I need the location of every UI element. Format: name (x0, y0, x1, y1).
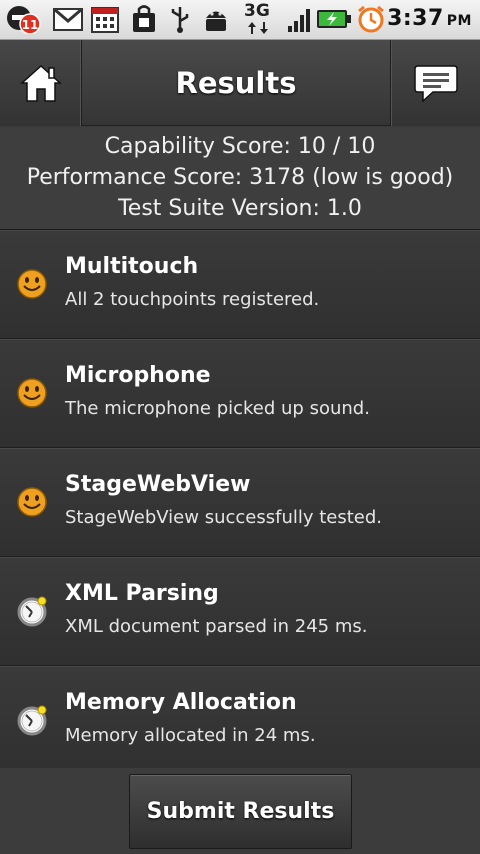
result-title: XML Parsing (65, 581, 219, 606)
alarm-clock-icon (358, 5, 384, 33)
battery-charging-icon (317, 10, 351, 28)
network-type-label: 3G (244, 1, 270, 21)
result-title: Multitouch (65, 254, 199, 279)
performance-score: Performance Score: 3178 (low is good) (26, 165, 454, 190)
result-description: Memory allocated in 24 ms. (65, 725, 316, 746)
speech-bubble-icon (413, 65, 458, 103)
smiley-icon (17, 487, 47, 517)
footer: Submit Results (0, 768, 480, 854)
result-title: StageWebView (65, 472, 251, 497)
notification-badge-icon: 11 (7, 6, 41, 34)
list-item-multitouch[interactable]: Multitouch All 2 touchpoints registered. (0, 230, 480, 339)
market-bag-icon (133, 5, 155, 32)
result-description: All 2 touchpoints registered. (65, 289, 320, 310)
smiley-icon (17, 378, 47, 408)
test-suite-version: Test Suite Version: 1.0 (118, 196, 362, 221)
android-debug-icon (206, 11, 226, 31)
clock-ampm: PM (446, 13, 472, 29)
calendar-icon (91, 7, 119, 33)
result-description: The microphone picked up sound. (65, 398, 370, 419)
result-description: StageWebView successfully tested. (65, 507, 383, 528)
list-item-microphone[interactable]: Microphone The microphone picked up soun… (0, 339, 480, 448)
clock: 3:37 PM (387, 6, 472, 31)
list-item-xml-parsing[interactable]: XML Parsing XML document parsed in 245 m… (0, 557, 480, 666)
result-title: Memory Allocation (65, 690, 297, 715)
result-title: Microphone (65, 363, 211, 388)
capability-score: Capability Score: 10 / 10 (104, 134, 376, 159)
home-icon (19, 64, 62, 102)
signal-strength-icon (288, 9, 310, 32)
gmail-icon (53, 7, 83, 31)
data-arrows-icon (248, 22, 268, 34)
list-item-stagewebview[interactable]: StageWebView StageWebView successfully t… (0, 448, 480, 557)
submit-results-button[interactable]: Submit Results (129, 774, 352, 849)
home-button[interactable] (0, 40, 82, 126)
stopwatch-icon (17, 705, 47, 736)
messages-button[interactable] (390, 40, 480, 126)
page-title: Results (175, 66, 297, 100)
status-bar: 11 3G 3:37 PM (0, 0, 480, 40)
list-item-memory-allocation[interactable]: Memory Allocation Memory allocated in 24… (0, 666, 480, 775)
stopwatch-icon (17, 596, 47, 627)
score-summary: Capability Score: 10 / 10 Performance Sc… (0, 127, 480, 229)
clock-time: 3:37 (387, 6, 444, 31)
results-list[interactable]: Multitouch All 2 touchpoints registered.… (0, 229, 480, 775)
notification-count: 11 (22, 18, 39, 32)
action-bar: Results (0, 40, 480, 126)
smiley-icon (17, 269, 47, 299)
usb-icon (171, 7, 189, 33)
result-description: XML document parsed in 245 ms. (65, 616, 368, 637)
